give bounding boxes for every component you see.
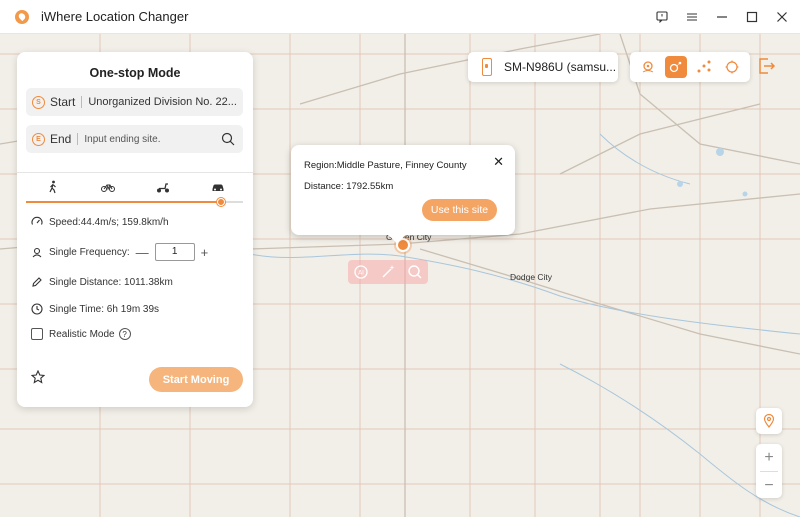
speed-slider-thumb[interactable]	[217, 198, 225, 206]
app-logo-icon	[15, 9, 29, 24]
one-stop-panel: One-stop Mode S Start Unorganized Divisi…	[17, 52, 253, 407]
start-value: Unorganized Division No. 22...	[88, 96, 237, 108]
feedback-icon[interactable]	[654, 9, 670, 25]
field-separator	[81, 96, 83, 108]
location-popup: Region:Middle Pasture, Finney County Dis…	[291, 145, 515, 235]
phone-icon	[482, 58, 492, 76]
start-moving-button[interactable]: Start Moving	[149, 367, 243, 392]
star-icon[interactable]	[31, 370, 45, 384]
magnifier-icon[interactable]	[407, 264, 423, 280]
frequency-decrement-button[interactable]: —	[136, 245, 149, 260]
multi-stop-icon[interactable]	[693, 56, 715, 78]
car-icon[interactable]	[211, 180, 225, 194]
help-icon[interactable]: ?	[118, 328, 131, 340]
clock-icon	[31, 303, 43, 315]
search-icon[interactable]	[221, 132, 235, 146]
teleport-icon[interactable]	[637, 56, 659, 78]
end-field[interactable]: E End Input ending site.	[26, 125, 243, 153]
map-label-dodge-city: Dodge City	[510, 272, 553, 282]
zoom-controls: + −	[756, 444, 782, 498]
start-pin-icon: S	[32, 95, 45, 109]
panel-divider	[17, 172, 253, 173]
popup-region: Region:Middle Pasture, Finney County	[304, 160, 467, 171]
scooter-icon[interactable]	[156, 180, 170, 194]
exit-icon[interactable]	[755, 55, 777, 77]
location-pin-icon	[763, 413, 775, 428]
joystick-icon[interactable]	[721, 56, 743, 78]
realistic-mode-checkbox[interactable]	[31, 328, 43, 340]
frequency-input[interactable]: 1	[154, 243, 195, 261]
realistic-mode-label: Realistic Mode	[49, 328, 115, 340]
time-row: Single Time: 6h 19m 39s	[31, 303, 159, 315]
time-text: Single Time: 6h 19m 39s	[49, 303, 160, 315]
start-label: Start	[50, 95, 76, 109]
speedometer-icon	[31, 216, 43, 225]
walk-icon[interactable]	[46, 180, 60, 194]
zoom-in-button[interactable]: +	[756, 444, 782, 471]
frequency-label: Single Frequency:	[49, 246, 130, 258]
window-controls	[654, 0, 790, 34]
movement-modes	[26, 180, 243, 200]
app-title: iWhere Location Changer	[41, 9, 189, 24]
title-bar: iWhere Location Changer	[0, 0, 800, 34]
use-this-site-button[interactable]: Use this site	[422, 199, 497, 221]
realistic-row: Realistic Mode ?	[31, 328, 131, 340]
start-field[interactable]: S Start Unorganized Division No. 22...	[26, 88, 243, 116]
distance-text: Single Distance: 1011.38km	[49, 276, 173, 288]
svg-text:AI: AI	[358, 270, 364, 277]
field-separator	[77, 133, 79, 145]
one-stop-icon[interactable]	[665, 56, 687, 78]
speed-slider-fill	[26, 201, 221, 203]
distance-row: Single Distance: 1011.38km	[31, 276, 173, 288]
device-name: SM-N986U (samsu...	[504, 60, 617, 74]
frequency-pin-icon	[32, 247, 42, 258]
minimize-icon[interactable]	[714, 9, 730, 25]
maximize-icon[interactable]	[744, 9, 760, 25]
frequency-row: Single Frequency: — 1 +	[31, 243, 214, 261]
ai-icon[interactable]: AI	[353, 264, 369, 280]
close-icon[interactable]	[774, 9, 790, 25]
pencil-icon	[32, 277, 42, 287]
end-label: End	[50, 132, 72, 146]
zoom-out-button[interactable]: −	[756, 472, 782, 499]
marker-tools: AI	[348, 260, 428, 284]
bicycle-icon[interactable]	[101, 180, 115, 194]
magic-wand-icon[interactable]	[380, 264, 396, 280]
popup-distance: Distance: 1792.55km	[304, 181, 394, 192]
device-selector[interactable]: SM-N986U (samsu...	[468, 52, 618, 82]
speed-row: Speed:44.4m/s; 159.8km/h	[31, 216, 169, 228]
panel-title: One-stop Mode	[89, 66, 181, 80]
speed-text: Speed:44.4m/s; 159.8km/h	[49, 216, 169, 228]
end-pin-icon: E	[32, 132, 45, 146]
speed-slider[interactable]	[26, 198, 243, 206]
frequency-increment-button[interactable]: +	[201, 245, 209, 260]
end-input[interactable]: Input ending site.	[84, 134, 221, 145]
menu-icon[interactable]	[684, 9, 700, 25]
popup-close-icon[interactable]: ✕	[493, 154, 504, 170]
mode-toolbar	[630, 52, 750, 82]
my-location-button[interactable]	[756, 408, 782, 434]
